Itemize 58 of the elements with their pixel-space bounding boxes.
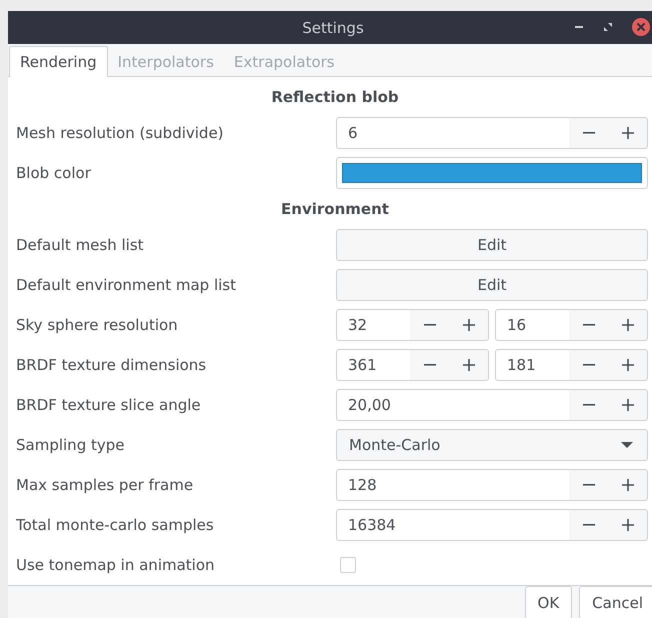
section-heading: Reflection blob [270, 87, 400, 108]
close-icon[interactable] [632, 18, 650, 36]
increment-button[interactable] [608, 350, 647, 380]
spin-box[interactable]: 6 [336, 117, 648, 149]
minus-icon [582, 132, 594, 134]
minus-icon [582, 524, 594, 526]
setting-label: Default mesh list [16, 236, 145, 254]
setting-label: Blob color [16, 164, 92, 182]
plus-icon [622, 127, 634, 139]
spin-box[interactable]: 32 [336, 309, 489, 341]
dropdown[interactable]: Monte-Carlo [336, 429, 648, 461]
color-button[interactable] [336, 157, 648, 189]
setting-label: Max samples per frame [16, 476, 194, 494]
minus-icon [424, 324, 436, 326]
setting-label: Total monte-carlo samples [16, 516, 215, 534]
spin-box[interactable]: 20,00 [336, 389, 648, 421]
minus-icon [582, 484, 594, 486]
dropdown-arrow-icon [621, 442, 633, 448]
checkbox[interactable] [340, 557, 356, 573]
plus-icon [622, 479, 634, 491]
increment-button[interactable] [608, 118, 647, 148]
edit-button[interactable]: Edit [336, 229, 648, 261]
dialog-button[interactable]: OK [524, 586, 572, 618]
increment-button[interactable] [608, 510, 647, 540]
setting-label: Sampling type [16, 436, 126, 454]
setting-label: Use tonemap in animation [16, 556, 216, 574]
setting-label: Default environment map list [16, 276, 237, 294]
minus-icon [424, 364, 436, 366]
setting-label: Mesh resolution (subdivide) [16, 124, 225, 142]
section-heading: Environment [280, 199, 390, 220]
setting-label: BRDF texture dimensions [16, 356, 208, 374]
setting-label: Sky sphere resolution [16, 316, 179, 334]
increment-button[interactable] [449, 310, 488, 340]
dialog-button[interactable]: Cancel [579, 586, 652, 618]
tab[interactable]: Rendering [9, 46, 108, 77]
plus-icon [622, 319, 634, 331]
spin-box[interactable]: 128 [336, 469, 648, 501]
increment-button[interactable] [608, 310, 647, 340]
restore-icon[interactable] [604, 23, 612, 31]
increment-button[interactable] [608, 390, 647, 420]
minus-icon [582, 364, 594, 366]
minus-icon [582, 404, 594, 406]
plus-icon [622, 399, 634, 411]
spin-box[interactable]: 361 [336, 349, 489, 381]
setting-label: BRDF texture slice angle [16, 396, 202, 414]
increment-button[interactable] [449, 350, 488, 380]
window-title: Settings [302, 18, 364, 36]
spin-box[interactable]: 16 [495, 309, 648, 341]
plus-icon [622, 519, 634, 531]
spin-box[interactable]: 181 [495, 349, 648, 381]
plus-icon [462, 359, 474, 371]
minimize-icon[interactable] [574, 25, 584, 29]
spin-box[interactable]: 16384 [336, 509, 648, 541]
minus-icon [582, 324, 594, 326]
edit-button[interactable]: Edit [336, 269, 648, 301]
plus-icon [462, 319, 474, 331]
increment-button[interactable] [608, 470, 647, 500]
plus-icon [622, 359, 634, 371]
